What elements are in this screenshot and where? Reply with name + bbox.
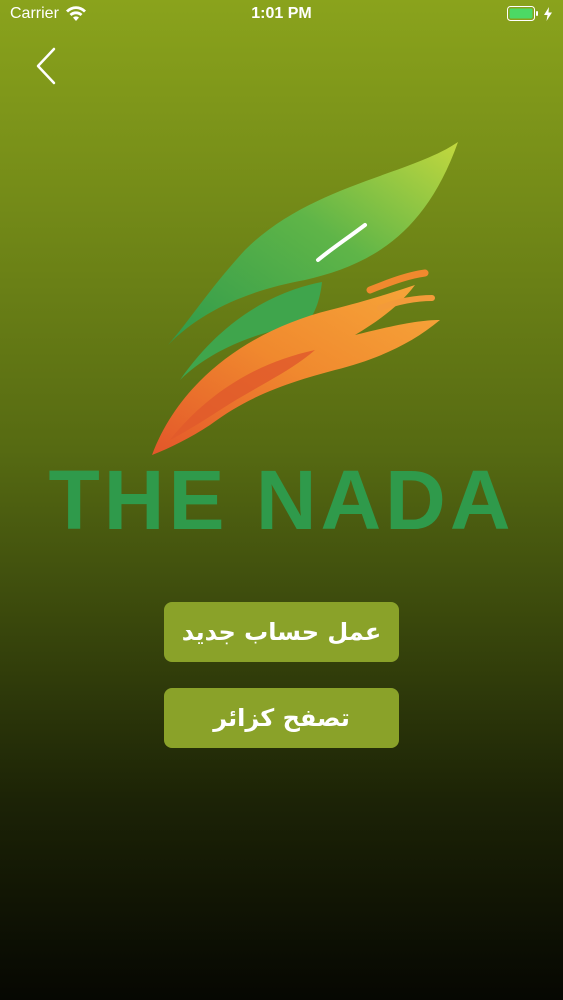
- create-account-label: عمل حساب جديد: [181, 618, 382, 646]
- logo-icon: [152, 142, 458, 455]
- back-button[interactable]: [26, 44, 66, 88]
- status-bar: Carrier 1:01 PM: [0, 0, 563, 30]
- battery-group: [507, 6, 553, 21]
- battery-icon: [507, 6, 538, 21]
- charging-bolt-icon: [544, 6, 552, 21]
- browse-as-guest-button[interactable]: تصفح كزائر: [164, 688, 399, 748]
- create-account-button[interactable]: عمل حساب جديد: [164, 602, 399, 662]
- status-time: 1:01 PM: [251, 5, 312, 22]
- browse-as-guest-label: تصفح كزائر: [213, 704, 350, 732]
- chevron-left-icon: [36, 47, 56, 85]
- brand-name: THE NADA: [48, 453, 515, 547]
